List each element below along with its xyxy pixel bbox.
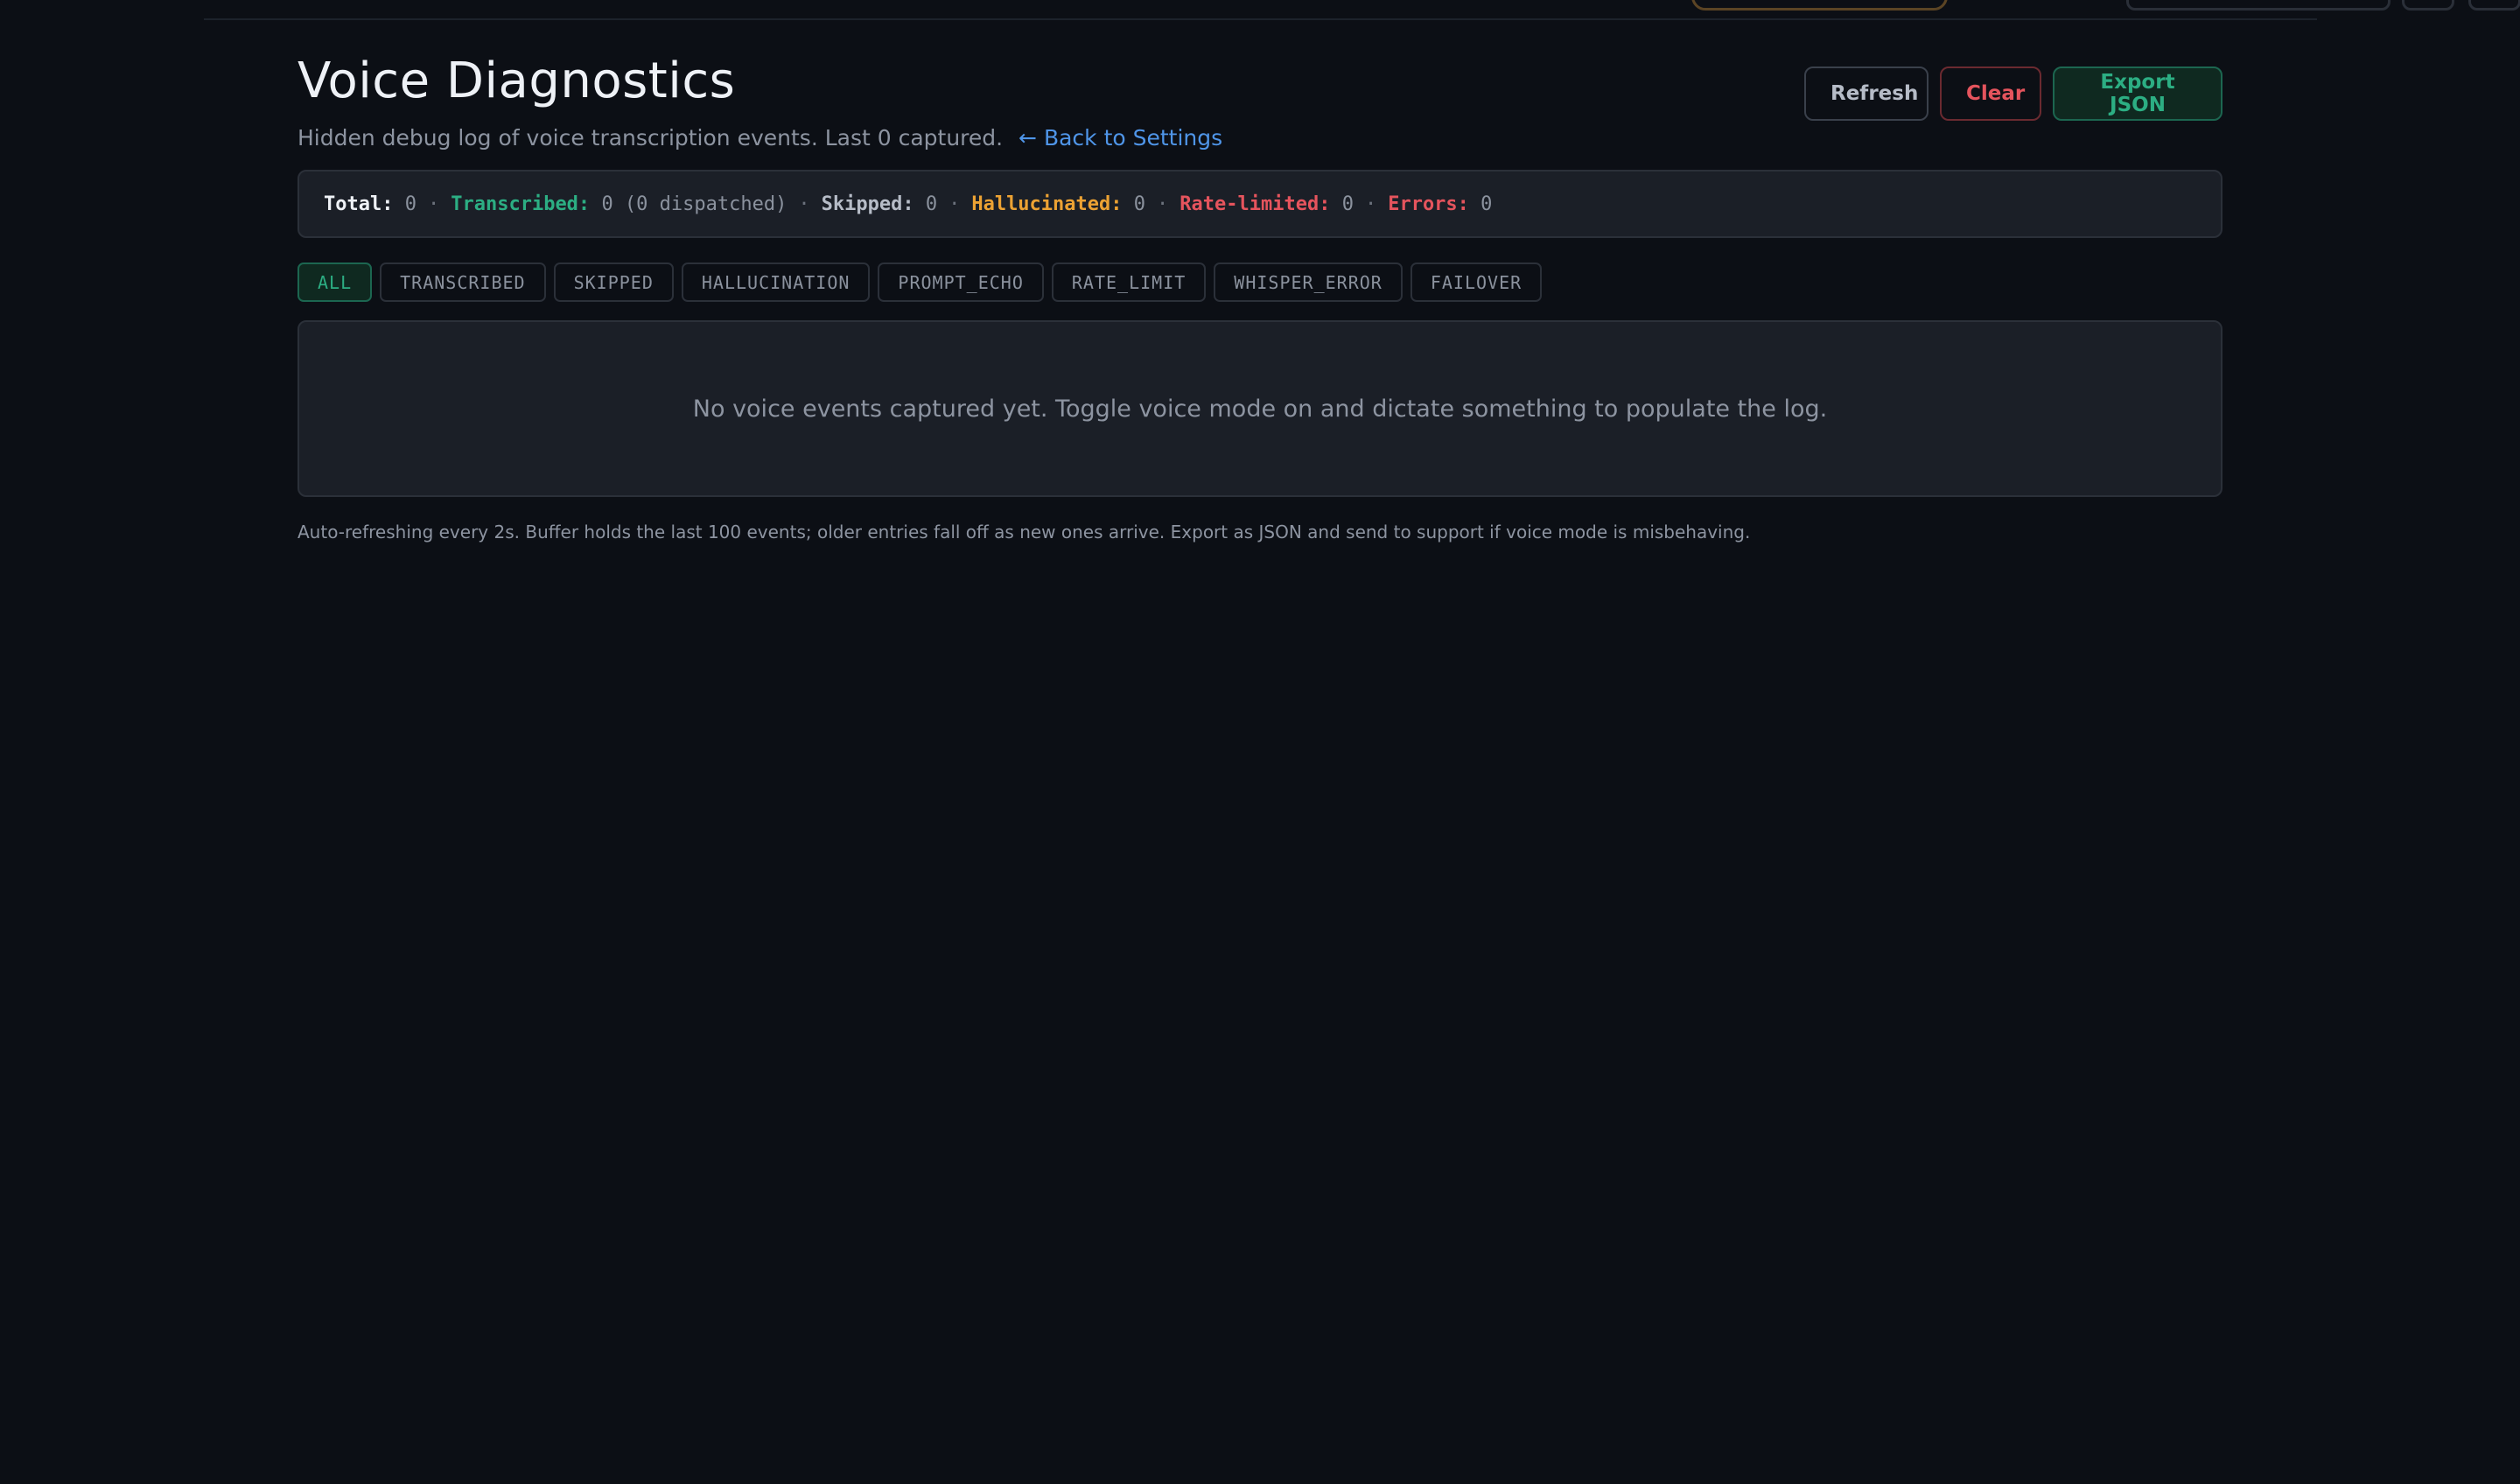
- filter-hallucination[interactable]: HALLUCINATION: [681, 262, 871, 302]
- errors-label: Errors:: [1388, 192, 1469, 215]
- filter-rate-limit[interactable]: RATE_LIMIT: [1051, 262, 1207, 302]
- separator: ·: [1157, 192, 1169, 215]
- transcribed-value: 0 (0 dispatched): [601, 192, 788, 215]
- rate-limited-value: 0: [1341, 192, 1354, 215]
- event-log-panel: No voice events captured yet. Toggle voi…: [298, 320, 2222, 497]
- page-subtitle: Hidden debug log of voice transcription …: [298, 125, 1222, 150]
- transcribed-label: Transcribed:: [451, 192, 591, 215]
- header-actions: Refresh Clear Export JSON: [1804, 66, 2222, 121]
- summary-stats-bar: Total: 0 · Transcribed: 0 (0 dispatched)…: [298, 170, 2222, 238]
- filter-all[interactable]: ALL: [298, 262, 373, 302]
- header-icon-button[interactable]: [2402, 0, 2454, 10]
- empty-state-message: No voice events captured yet. Toggle voi…: [692, 395, 1828, 423]
- back-to-settings-link[interactable]: ← Back to Settings: [1018, 125, 1222, 150]
- header-icon-button[interactable]: [2468, 0, 2520, 10]
- clear-button[interactable]: Clear: [1940, 66, 2041, 121]
- total-label: Total:: [324, 192, 394, 215]
- rate-limited-label: Rate-limited:: [1180, 192, 1331, 215]
- separator: ·: [1364, 192, 1377, 215]
- subtitle-text: Hidden debug log of voice transcription …: [298, 125, 1004, 150]
- filter-transcribed[interactable]: TRANSCRIBED: [380, 262, 546, 302]
- refresh-footnote: Auto-refreshing every 2s. Buffer holds t…: [298, 522, 1751, 542]
- skipped-value: 0: [925, 192, 938, 215]
- filter-failover[interactable]: FAILOVER: [1410, 262, 1543, 302]
- separator: ·: [948, 192, 961, 215]
- hallucinated-label: Hallucinated:: [971, 192, 1123, 215]
- filter-whisper-error[interactable]: WHISPER_ERROR: [1214, 262, 1403, 302]
- filter-skipped[interactable]: SKIPPED: [553, 262, 674, 302]
- event-filter-tabs: ALL TRANSCRIBED SKIPPED HALLUCINATION PR…: [298, 262, 1543, 302]
- errors-value: 0: [1480, 192, 1493, 215]
- skipped-label: Skipped:: [821, 192, 914, 215]
- total-value: 0: [404, 192, 416, 215]
- top-header-bar: [204, 0, 2520, 20]
- filter-prompt-echo[interactable]: PROMPT_ECHO: [878, 262, 1044, 302]
- separator: ·: [427, 192, 440, 215]
- refresh-button[interactable]: Refresh: [1804, 66, 1928, 121]
- export-json-button[interactable]: Export JSON: [2053, 66, 2222, 121]
- header-search-field[interactable]: [2126, 0, 2390, 10]
- separator: ·: [798, 192, 810, 215]
- hallucinated-value: 0: [1133, 192, 1146, 215]
- header-pill-button[interactable]: [1691, 0, 1948, 10]
- page-title: Voice Diagnostics: [298, 52, 736, 109]
